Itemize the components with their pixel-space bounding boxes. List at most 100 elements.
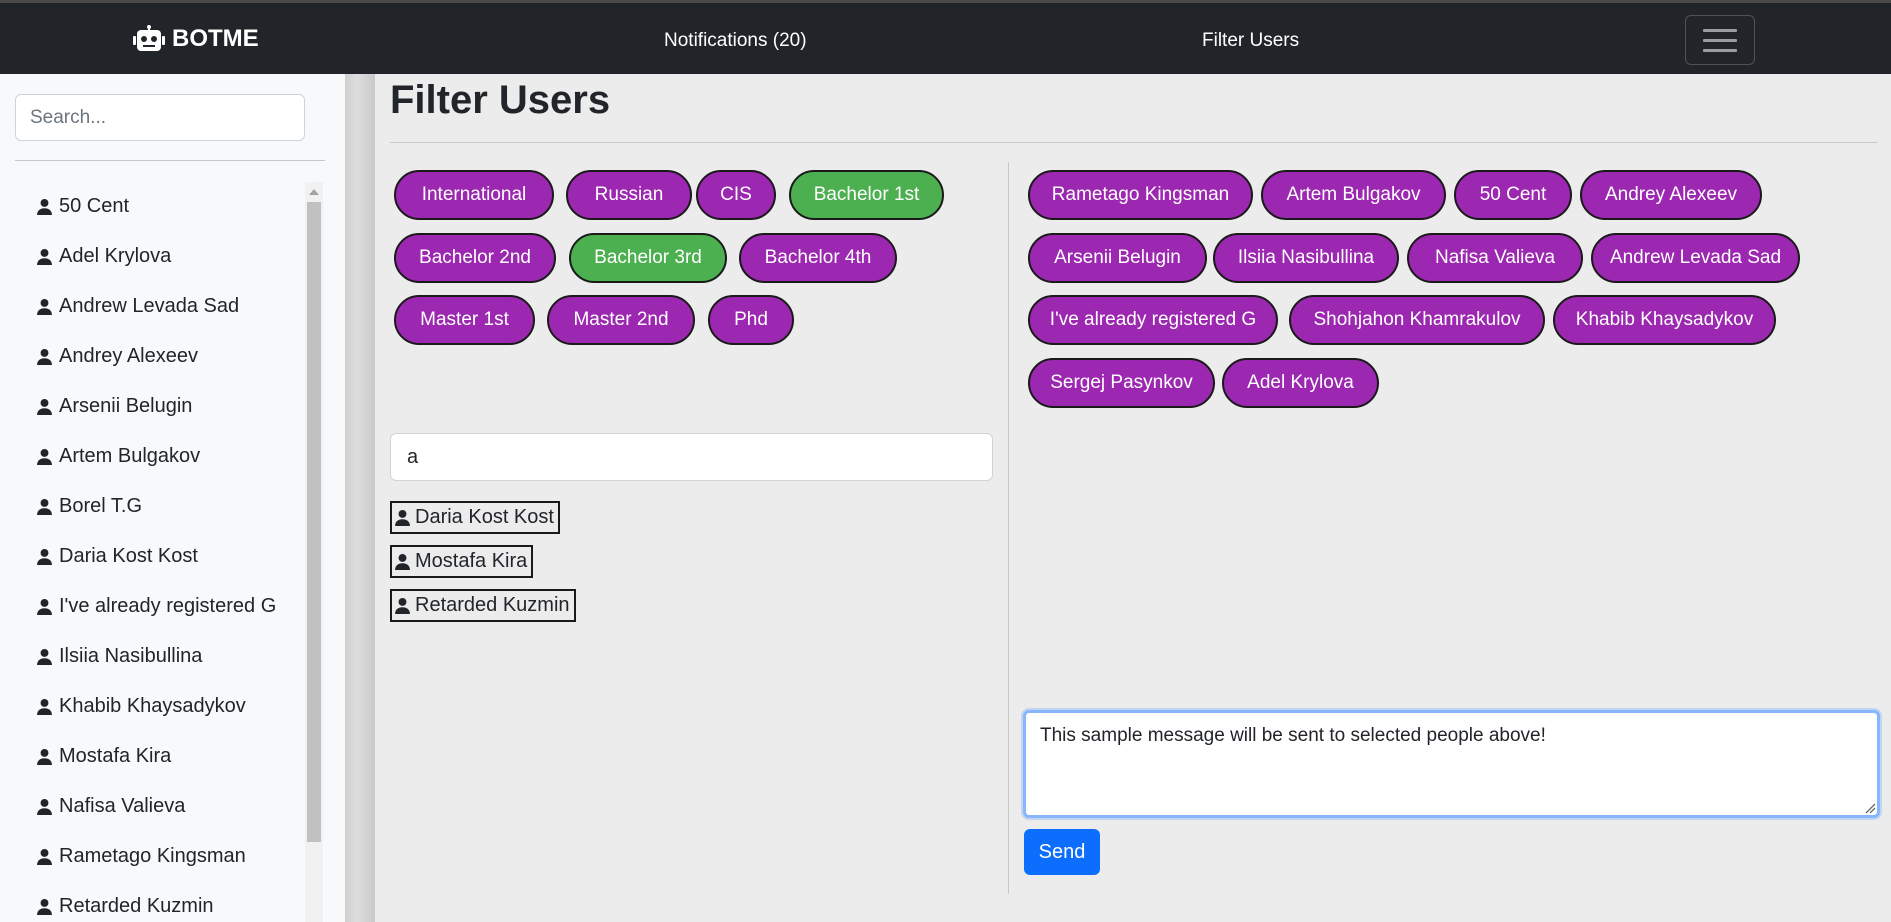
sidebar-user-label: Andrew Levada Sad [59, 295, 240, 317]
person-icon [36, 848, 53, 866]
sidebar-user-item[interactable]: Khabib Khaysadykov [36, 695, 246, 718]
menu-toggle-button[interactable] [1685, 15, 1755, 65]
selected-user-pill[interactable]: Adel Krylova [1222, 358, 1379, 408]
person-icon [36, 748, 53, 766]
navbar: BOTME Notifications (20) Filter Users [0, 0, 1891, 74]
hamburger-icon [1703, 28, 1737, 32]
selected-user-pill[interactable]: Khabib Khaysadykov [1553, 295, 1776, 345]
sidebar-scrollbar[interactable] [305, 182, 323, 922]
sidebar-user-item[interactable]: I've already registered G [36, 595, 276, 618]
selected-user-pill[interactable]: Andrey Alexeev [1580, 170, 1762, 220]
title-divider [390, 142, 1878, 143]
selected-user-pill[interactable]: Rametago Kingsman [1028, 170, 1253, 220]
sidebar-user-item[interactable]: Andrey Alexeev [36, 345, 198, 368]
sidebar: 50 Cent Adel Krylova Andrew Levada Sad Andr… [0, 74, 345, 922]
filter-tag-pill[interactable]: Phd [708, 295, 794, 345]
panel-divider-strip [345, 74, 375, 922]
search-result-item[interactable]: Retarded Kuzmin [390, 589, 576, 622]
person-icon [36, 698, 53, 716]
sidebar-user-label: Retarded Kuzmin [59, 895, 214, 917]
sidebar-user-label: Adel Krylova [59, 245, 172, 267]
selected-user-pill[interactable]: Arsenii Belugin [1028, 233, 1207, 283]
sidebar-user-label: Andrey Alexeev [59, 345, 198, 367]
search-result-label: Mostafa Kira [415, 550, 528, 572]
person-icon [36, 198, 53, 216]
selected-user-pill[interactable]: Shohjahon Khamrakulov [1289, 295, 1545, 345]
sidebar-user-label: Arsenii Belugin [59, 395, 193, 417]
filter-tag-pill[interactable]: Bachelor 1st [789, 170, 944, 220]
sidebar-user-label: Daria Kost Kost [59, 545, 198, 567]
filter-users-link[interactable]: Filter Users [1202, 30, 1299, 52]
sidebar-user-item[interactable]: Artem Bulgakov [36, 445, 200, 468]
scrollbar-thumb[interactable] [307, 202, 321, 842]
notifications-link[interactable]: Notifications (20) [664, 30, 807, 52]
robot-icon [133, 25, 165, 51]
person-icon [394, 597, 411, 615]
filter-tag-pill[interactable]: Bachelor 3rd [569, 233, 727, 283]
resize-handle-icon[interactable] [1864, 802, 1876, 814]
filter-tag-pill[interactable]: Bachelor 2nd [394, 233, 556, 283]
person-icon [394, 553, 411, 571]
send-button[interactable]: Send [1024, 829, 1100, 875]
search-result-label: Daria Kost Kost [415, 506, 554, 528]
message-textarea[interactable]: This sample message will be sent to sele… [1023, 710, 1880, 818]
filter-tag-pill[interactable]: Master 1st [394, 295, 535, 345]
page-title: Filter Users [390, 78, 611, 122]
sidebar-user-label: Borel T.G [59, 495, 142, 517]
sidebar-user-label: Artem Bulgakov [59, 445, 201, 467]
brand-name: BOTME [172, 25, 259, 52]
filter-tag-pill[interactable]: Master 2nd [547, 295, 695, 345]
sidebar-user-label: Nafisa Valieva [59, 795, 186, 817]
sidebar-user-label: Khabib Khaysadykov [59, 695, 246, 717]
person-icon [36, 398, 53, 416]
sidebar-user-label: Mostafa Kira [59, 745, 172, 767]
sidebar-user-item[interactable]: Arsenii Belugin [36, 395, 192, 418]
selected-user-pill[interactable]: Sergej Pasynkov [1028, 358, 1215, 408]
person-icon [36, 898, 53, 916]
sidebar-user-label: Rametago Kingsman [59, 845, 246, 867]
selected-user-pill[interactable]: Ilsiia Nasibullina [1213, 233, 1399, 283]
selected-user-pill[interactable]: I've already registered G [1028, 295, 1278, 345]
person-icon [36, 448, 53, 466]
person-icon [36, 648, 53, 666]
column-divider [1008, 162, 1009, 894]
scroll-up-arrow-icon[interactable] [305, 182, 323, 202]
filter-tag-pill[interactable]: Russian [566, 170, 692, 220]
person-icon [36, 548, 53, 566]
sidebar-user-item[interactable]: Rametago Kingsman [36, 845, 246, 868]
search-result-item[interactable]: Mostafa Kira [390, 545, 534, 578]
selected-user-pill[interactable]: Nafisa Valieva [1407, 233, 1583, 283]
person-icon [36, 498, 53, 516]
sidebar-user-item[interactable]: Daria Kost Kost [36, 545, 198, 568]
sidebar-user-item[interactable]: Borel T.G [36, 495, 142, 518]
filter-tag-pill[interactable]: Bachelor 4th [739, 233, 897, 283]
sidebar-divider [15, 160, 325, 161]
search-result-label: Retarded Kuzmin [415, 594, 570, 616]
sidebar-search-input[interactable] [15, 94, 305, 141]
sidebar-user-label: 50 Cent [59, 195, 130, 217]
selected-user-pill[interactable]: Artem Bulgakov [1261, 170, 1446, 220]
brand-link[interactable]: BOTME [133, 25, 259, 53]
sidebar-user-item[interactable]: Ilsiia Nasibullina [36, 645, 202, 668]
sidebar-user-list: 50 Cent Adel Krylova Andrew Levada Sad Andr… [15, 182, 305, 922]
person-icon [36, 248, 53, 266]
sidebar-user-item[interactable]: Adel Krylova [36, 245, 171, 268]
sidebar-user-item[interactable]: Retarded Kuzmin [36, 895, 214, 918]
filter-tag-pill[interactable]: CIS [696, 170, 776, 220]
person-icon [36, 798, 53, 816]
person-icon [36, 298, 53, 316]
selected-user-pill[interactable]: 50 Cent [1454, 170, 1572, 220]
search-result-item[interactable]: Daria Kost Kost [390, 501, 560, 534]
person-icon [36, 598, 53, 616]
sidebar-user-label: Ilsiia Nasibullina [59, 645, 203, 667]
sidebar-user-item[interactable]: Nafisa Valieva [36, 795, 185, 818]
sidebar-user-item[interactable]: Andrew Levada Sad [36, 295, 239, 318]
sidebar-user-item[interactable]: 50 Cent [36, 195, 129, 218]
person-icon [394, 509, 411, 527]
user-filter-input[interactable] [390, 433, 993, 481]
sidebar-user-label: I've already registered G [59, 595, 277, 617]
person-icon [36, 348, 53, 366]
selected-user-pill[interactable]: Andrew Levada Sad [1591, 233, 1800, 283]
sidebar-user-item[interactable]: Mostafa Kira [36, 745, 171, 768]
filter-tag-pill[interactable]: International [394, 170, 554, 220]
